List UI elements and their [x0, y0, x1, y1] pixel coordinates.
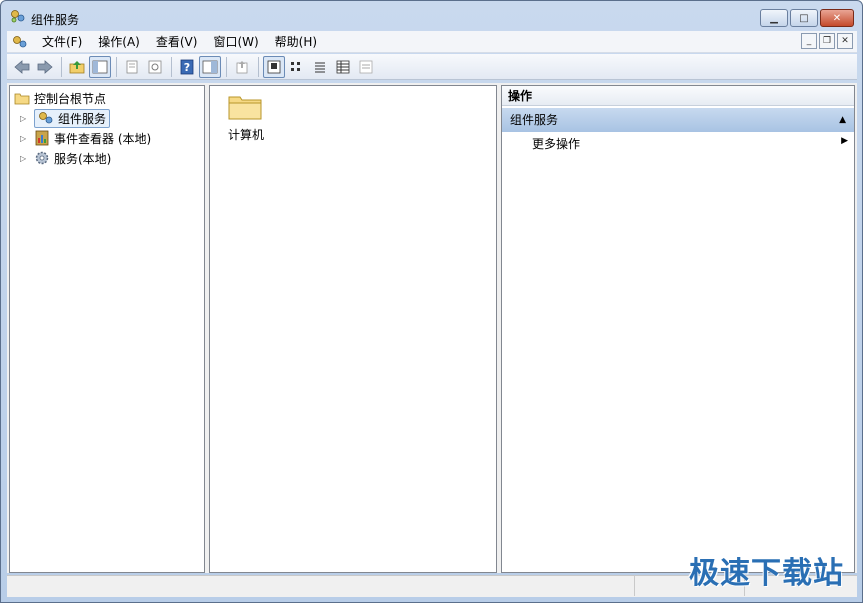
app-window: 组件服务 ▁ □ ✕ 文件(F) 操作(A) 查看(V) 窗口(W) 帮助(H)…	[0, 0, 863, 603]
menu-file[interactable]: 文件(F)	[34, 31, 90, 53]
tree-item-label: 组件服务	[58, 111, 107, 126]
expand-arrow-icon[interactable]: ▷	[20, 154, 30, 163]
folder-icon	[228, 96, 262, 120]
actions-header: 操作	[502, 86, 854, 106]
collapse-up-icon[interactable]: ▲	[839, 108, 846, 132]
window-controls: ▁ □ ✕	[760, 9, 854, 27]
event-viewer-icon	[35, 130, 49, 146]
title-bar[interactable]: 组件服务 ▁ □ ✕	[1, 1, 862, 31]
actions-pane: 操作 组件服务 ▲ 更多操作 ▶	[501, 85, 855, 573]
tree-item-label: 服务(本地)	[54, 151, 112, 166]
svg-text:?: ?	[184, 61, 190, 74]
tree-item-services[interactable]: ▷ 服务(本地)	[20, 148, 111, 168]
results-pane: 计算机	[209, 85, 497, 573]
export-icon[interactable]	[231, 56, 253, 78]
toolbar-separator	[61, 56, 62, 77]
refresh-icon[interactable]	[144, 56, 166, 78]
back-icon[interactable]	[11, 56, 33, 78]
actions-section-component-services[interactable]: 组件服务 ▲	[502, 108, 854, 132]
tree-pane: 控制台根节点 ▷ 组件服务 ▷ 事件查看器 (本地) ▷ 服务(本地)	[9, 85, 205, 573]
show-hide-tree-icon[interactable]	[89, 55, 111, 78]
action-more-actions[interactable]: 更多操作	[532, 134, 580, 154]
window-title: 组件服务	[31, 13, 80, 27]
help-icon[interactable]: ?	[176, 56, 198, 78]
console-content: 控制台根节点 ▷ 组件服务 ▷ 事件查看器 (本地) ▷ 服务(本地) 计算机 …	[7, 83, 857, 573]
tree-item-label: 事件查看器 (本地)	[54, 131, 152, 146]
tree-item-component-services[interactable]: ▷ 组件服务	[20, 108, 111, 128]
toolbar-separator	[116, 56, 117, 77]
close-icon[interactable]: ✕	[820, 9, 854, 27]
maximize-icon[interactable]: □	[790, 9, 818, 27]
toolbar-separator	[258, 56, 259, 77]
expand-arrow-icon[interactable]: ▷	[20, 114, 30, 123]
tree-item-selection: 组件服务	[34, 108, 111, 128]
menu-help[interactable]: 帮助(H)	[267, 31, 325, 53]
tree-item-event-viewer[interactable]: ▷ 事件查看器 (本地)	[20, 128, 151, 148]
child-restore-icon[interactable]: ❐	[819, 33, 835, 49]
menu-view[interactable]: 查看(V)	[148, 31, 206, 53]
properties-icon[interactable]	[121, 56, 143, 78]
small-icons-view-icon[interactable]	[286, 56, 308, 78]
toolbar-separator	[226, 56, 227, 77]
child-minimize-icon[interactable]: _	[801, 33, 817, 49]
property-view-icon[interactable]	[355, 56, 377, 78]
child-window-controls: _ ❐ ✕	[801, 33, 853, 49]
watermark-logo: 极速下载站	[689, 556, 844, 591]
menu-bar: 文件(F) 操作(A) 查看(V) 窗口(W) 帮助(H) _ ❐ ✕	[7, 31, 857, 53]
up-folder-icon[interactable]	[66, 56, 88, 78]
component-services-icon	[11, 10, 25, 23]
result-item-label: 计算机	[228, 128, 265, 142]
detail-view-icon[interactable]	[332, 56, 354, 78]
list-view-icon[interactable]	[309, 56, 331, 78]
services-gear-icon	[35, 151, 49, 165]
status-segment	[7, 576, 635, 596]
submenu-arrow-icon: ▶	[841, 136, 848, 146]
child-close-icon[interactable]: ✕	[837, 33, 853, 49]
tree-root-label: 控制台根节点	[34, 91, 107, 106]
forward-icon[interactable]	[34, 56, 56, 78]
toolbar-separator	[171, 56, 172, 77]
tree-root[interactable]: 控制台根节点	[14, 88, 106, 108]
component-services-icon[interactable]	[12, 35, 28, 49]
menu-action[interactable]: 操作(A)	[90, 31, 148, 53]
menu-window[interactable]: 窗口(W)	[205, 31, 266, 53]
folder-icon	[14, 93, 30, 105]
expand-arrow-icon[interactable]: ▷	[20, 134, 30, 143]
show-hide-action-pane-icon[interactable]	[199, 55, 221, 78]
toolbar: ?	[7, 54, 857, 80]
minimize-icon[interactable]: ▁	[760, 9, 788, 27]
actions-section-label: 组件服务	[510, 113, 559, 127]
component-services-icon	[39, 112, 53, 124]
large-icons-view-icon[interactable]	[263, 55, 285, 78]
